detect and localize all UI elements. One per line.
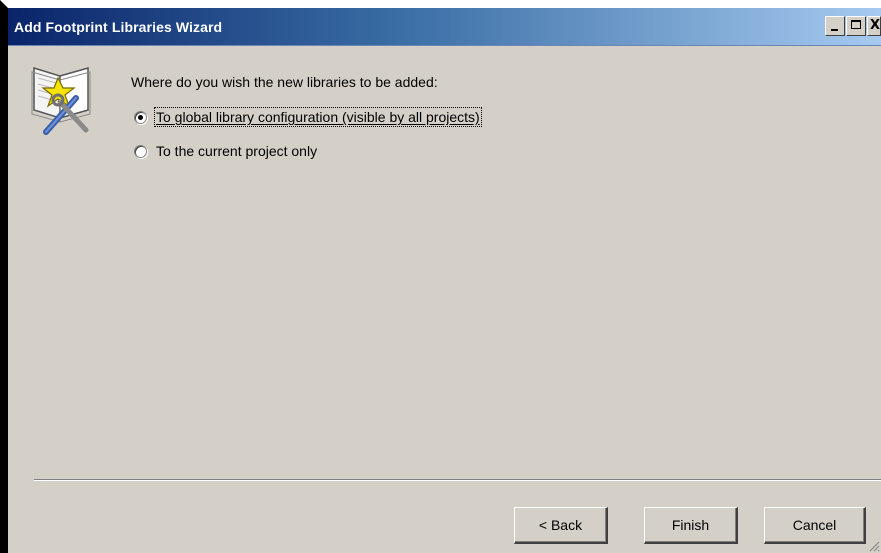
option-global-library[interactable]: To global library configuration (visible… (134, 107, 482, 127)
project-option-label[interactable]: To the current project only (156, 143, 317, 159)
finish-button[interactable]: Finish (644, 507, 738, 544)
window-title: Add Footprint Libraries Wizard (14, 19, 223, 35)
maximize-icon (851, 20, 861, 29)
minimize-icon (831, 29, 838, 31)
cancel-button[interactable]: Cancel (764, 507, 866, 544)
resize-grip-icon[interactable] (868, 540, 880, 552)
minimize-button[interactable] (825, 16, 845, 36)
destination-prompt: Where do you wish the new libraries to b… (131, 74, 438, 90)
global-radio-button[interactable] (134, 110, 147, 124)
wizard-window: Add Footprint Libraries Wizard X Where d… (0, 0, 881, 553)
window-controls: X (824, 16, 881, 36)
maximize-button[interactable] (846, 16, 866, 36)
wizard-book-tools-icon (31, 66, 91, 135)
title-bar[interactable]: Add Footprint Libraries Wizard X (8, 8, 881, 46)
button-separator (34, 479, 881, 481)
project-radio-button[interactable] (134, 144, 147, 158)
close-icon: X (870, 18, 881, 33)
close-button[interactable]: X (867, 16, 881, 36)
back-button[interactable]: < Back (514, 507, 608, 544)
option-current-project[interactable]: To the current project only (134, 143, 317, 159)
global-option-label[interactable]: To global library configuration (visible… (154, 107, 482, 127)
